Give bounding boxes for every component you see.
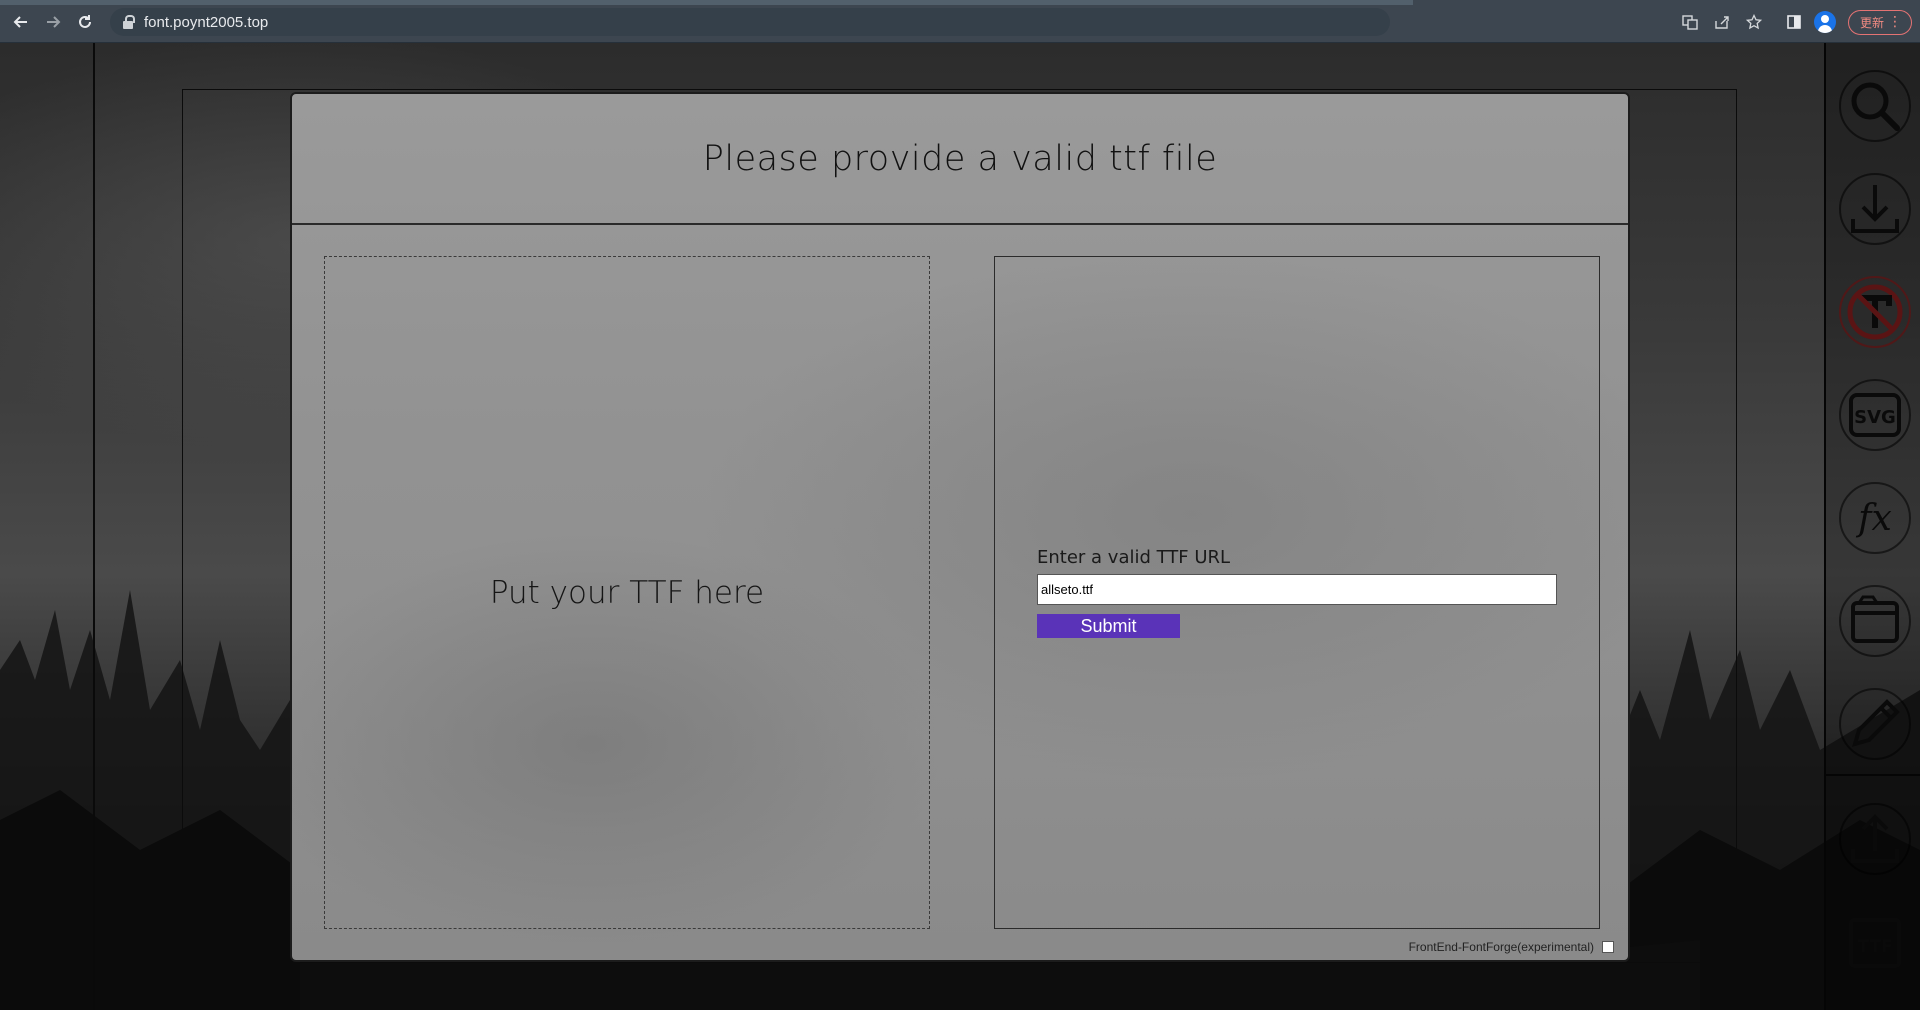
- page-background: SVG fx TTF Please provide a valid ttf fi…: [0, 43, 1920, 1010]
- ttf-url-input[interactable]: [1037, 574, 1557, 605]
- sidebar-folder-button[interactable]: [1839, 585, 1911, 657]
- url-input-panel: Enter a valid TTF URL Submit: [994, 256, 1600, 929]
- sidebar-separator: [1826, 774, 1920, 776]
- sidebar-svg-button[interactable]: SVG: [1839, 379, 1911, 451]
- profile-avatar[interactable]: [1814, 11, 1836, 33]
- back-arrow-icon: [13, 16, 27, 28]
- left-border-line: [93, 43, 95, 1010]
- svg-icon: SVG: [1849, 393, 1901, 437]
- ttf-upload-dialog: Please provide a valid ttf file Put your…: [290, 92, 1630, 962]
- star-icon: [1746, 14, 1762, 30]
- no-ttf-icon: [1847, 284, 1903, 340]
- pencil-icon: [1852, 699, 1900, 747]
- side-panel-button[interactable]: [1784, 12, 1804, 32]
- sidebar-search-button[interactable]: [1839, 70, 1911, 142]
- download-icon: [1851, 185, 1899, 233]
- address-url: font.poynt2005.top: [144, 13, 269, 31]
- svg-text:SVG: SVG: [1854, 407, 1896, 428]
- sidebar-download-button[interactable]: [1839, 173, 1911, 245]
- ttf-dropzone[interactable]: Put your TTF here: [324, 256, 930, 929]
- tab-strip-remnant: [0, 0, 1413, 5]
- svg-text:TTF: TTF: [1857, 937, 1892, 957]
- fx-icon: fx: [1855, 498, 1892, 539]
- dropzone-label: Put your TTF here: [489, 574, 765, 611]
- translate-icon: [1682, 15, 1698, 30]
- menu-dots-icon: ⋮: [1888, 14, 1902, 30]
- fontforge-checkbox[interactable]: [1602, 941, 1614, 953]
- share-icon: [1715, 16, 1729, 29]
- folder-icon: [1851, 595, 1899, 643]
- dialog-title: Please provide a valid ttf file: [702, 138, 1218, 179]
- bookmark-button[interactable]: [1744, 12, 1764, 32]
- translate-button[interactable]: [1680, 12, 1700, 32]
- sidebar-fx-button[interactable]: fx: [1839, 482, 1911, 554]
- submit-button[interactable]: Submit: [1037, 614, 1180, 638]
- dialog-header: Please provide a valid ttf file: [292, 94, 1628, 225]
- tool-sidebar: SVG fx TTF: [1824, 43, 1920, 1010]
- search-icon: [1851, 82, 1900, 131]
- fontforge-option: FrontEnd-FontForge(experimental): [1409, 940, 1614, 954]
- forward-arrow-icon: [47, 16, 61, 28]
- sidebar-disable-ttf-button[interactable]: [1839, 276, 1911, 348]
- url-field-label: Enter a valid TTF URL: [1037, 547, 1231, 568]
- reload-icon: [79, 15, 91, 28]
- update-label: 更新: [1860, 16, 1885, 30]
- lock-icon: [122, 15, 135, 29]
- ttf-icon: TTF: [1849, 918, 1901, 968]
- back-button[interactable]: [10, 11, 32, 33]
- share-button[interactable]: [1712, 12, 1732, 32]
- sidebar-upload-button[interactable]: [1839, 803, 1911, 875]
- upload-icon: [1851, 814, 1899, 863]
- update-button[interactable]: 更新 ⋮: [1848, 10, 1912, 35]
- sidebar-edit-button[interactable]: [1839, 688, 1911, 760]
- fontforge-label: FrontEnd-FontForge(experimental): [1408, 940, 1594, 954]
- browser-toolbar: font.poynt2005.top 更新 ⋮: [0, 0, 1920, 43]
- side-panel-icon: [1787, 15, 1801, 29]
- address-bar[interactable]: font.poynt2005.top: [110, 8, 1390, 36]
- forward-button[interactable]: [42, 11, 64, 33]
- svg-text:fx: fx: [1855, 498, 1892, 539]
- reload-button[interactable]: [74, 11, 96, 33]
- sidebar-ttf-button[interactable]: TTF: [1839, 906, 1911, 978]
